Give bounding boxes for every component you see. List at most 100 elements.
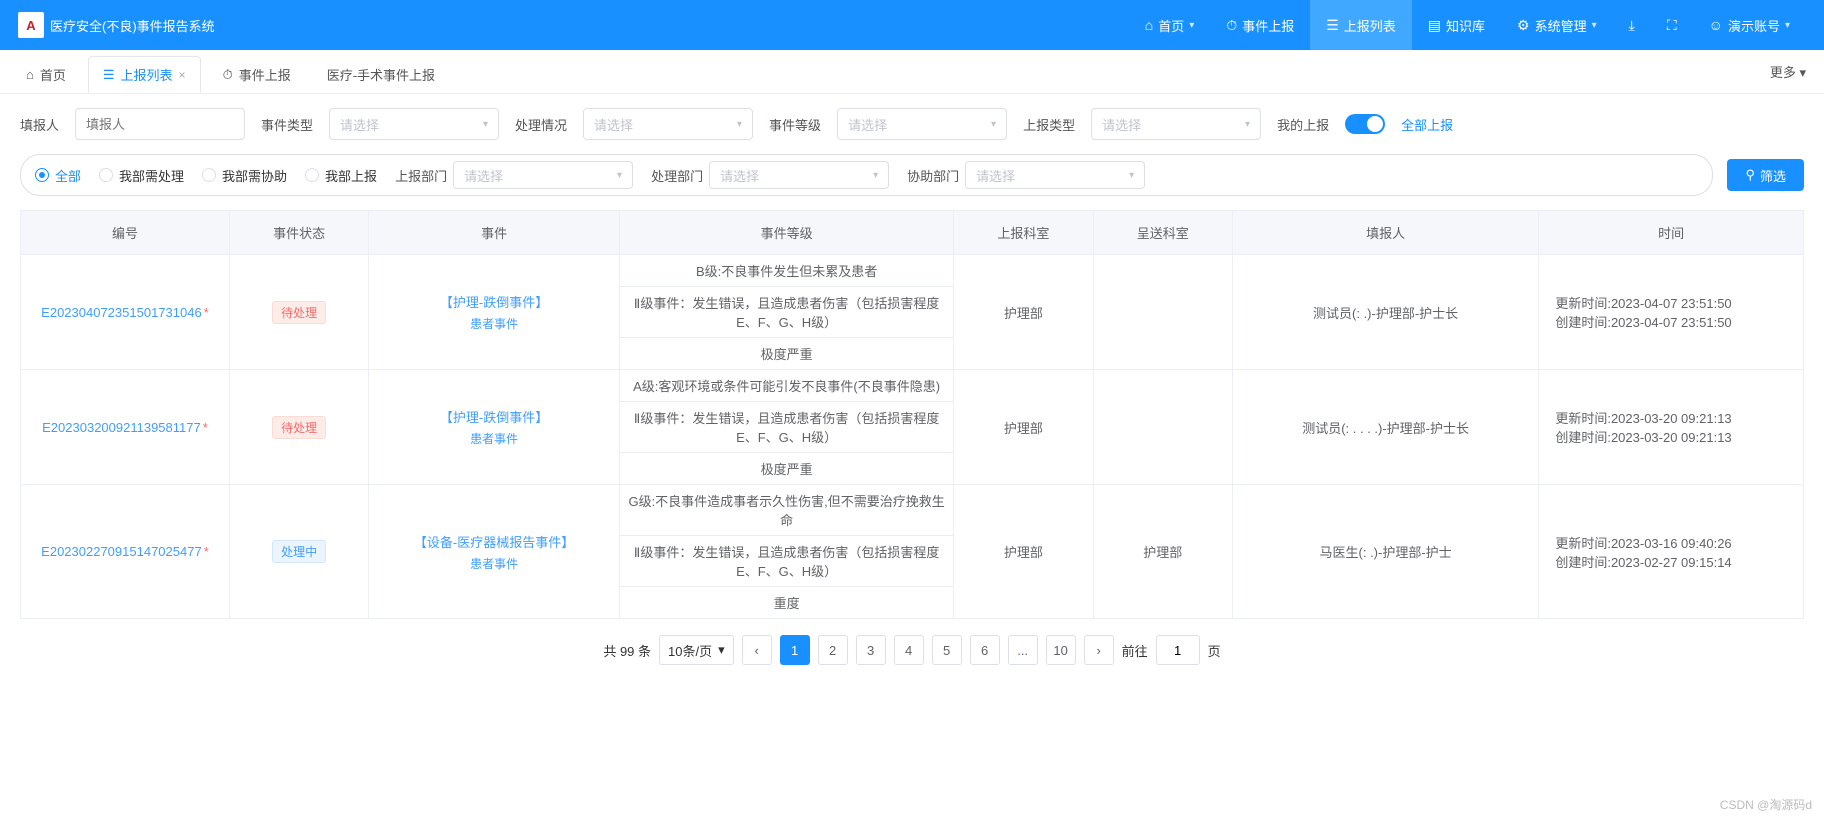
assist-dept-select[interactable]: 请选择▾ bbox=[965, 161, 1145, 189]
time-cell: 更新时间:2023-03-20 09:21:13创建时间:2023-03-20 … bbox=[1539, 370, 1804, 485]
level-text: Ⅱ级事件：发生错误，且造成患者伤害（包括损害程度E、F、G、H级） bbox=[620, 287, 953, 338]
reporter-cell: 测试员(: .)-护理部-护士长 bbox=[1232, 255, 1538, 370]
page-5[interactable]: 5 bbox=[932, 635, 962, 665]
nav-user[interactable]: ☺演示账号▾ bbox=[1693, 0, 1806, 50]
clock-icon: ⏱ bbox=[1226, 17, 1237, 34]
col-reporter: 填报人 bbox=[1232, 211, 1538, 255]
level-label: 事件等级 bbox=[769, 115, 821, 134]
nav-fullscreen[interactable]: ⛶ bbox=[1651, 0, 1693, 50]
chevron-down-icon: ▾ bbox=[1592, 20, 1597, 31]
type-select[interactable]: 请选择▾ bbox=[329, 108, 499, 140]
event-link[interactable]: 【设备-医疗器械报告事件】 bbox=[377, 532, 611, 551]
col-event: 事件 bbox=[369, 211, 620, 255]
code-link[interactable]: E202304072351501731046 bbox=[41, 305, 202, 320]
sdept-cell: 护理部 bbox=[1093, 485, 1232, 619]
star-icon: * bbox=[204, 305, 209, 320]
code-link[interactable]: E202302270915147025477 bbox=[41, 544, 202, 559]
all-report-link[interactable]: 全部上报 bbox=[1401, 115, 1453, 134]
col-time: 时间 bbox=[1539, 211, 1804, 255]
level-text: Ⅱ级事件：发生错误，且造成患者伤害（包括损害程度E、F、G、H级） bbox=[620, 402, 953, 453]
tabs-more[interactable]: 更多 ▾ bbox=[1770, 62, 1816, 81]
level-select[interactable]: 请选择▾ bbox=[837, 108, 1007, 140]
nav-sys[interactable]: ⚙系统管理▾ bbox=[1501, 0, 1613, 50]
status-select[interactable]: 请选择▾ bbox=[583, 108, 753, 140]
nav-kb[interactable]: ▤知识库 bbox=[1412, 0, 1501, 50]
level-text: 重度 bbox=[620, 587, 953, 618]
tab-list[interactable]: ☰上报列表× bbox=[88, 56, 201, 93]
filter-bar: 填报人 事件类型 请选择▾ 处理情况 请选择▾ 事件等级 请选择▾ 上报类型 请… bbox=[20, 108, 1804, 140]
tab-home[interactable]: ⌂首页 bbox=[12, 57, 80, 92]
type-label: 事件类型 bbox=[261, 115, 313, 134]
goto-label: 前往 bbox=[1122, 641, 1148, 660]
radio-assist[interactable]: 我部需协助 bbox=[202, 166, 287, 185]
level-text: G级:不良事件造成事者示久性伤害,但不需要治疗挽救生命 bbox=[620, 485, 953, 536]
radio-mine[interactable]: 我部上报 bbox=[305, 166, 377, 185]
app-logo: A 医疗安全(不良)事件报告系统 bbox=[18, 12, 215, 38]
status-tag: 待处理 bbox=[272, 416, 326, 439]
reporter-input[interactable] bbox=[75, 108, 245, 140]
level-text: 极度严重 bbox=[620, 453, 953, 484]
handle-dept: 处理部门请选择▾ bbox=[651, 161, 889, 189]
list-icon: ☰ bbox=[103, 67, 115, 83]
event-sub-link[interactable]: 患者事件 bbox=[377, 315, 611, 332]
list-icon: ☰ bbox=[1326, 17, 1339, 34]
tab-surgery[interactable]: 医疗-手术事件上报 bbox=[313, 57, 449, 92]
time-cell: 更新时间:2023-04-07 23:51:50创建时间:2023-04-07 … bbox=[1539, 255, 1804, 370]
time-cell: 更新时间:2023-03-16 09:40:26创建时间:2023-02-27 … bbox=[1539, 485, 1804, 619]
filter-button[interactable]: ⚲筛选 bbox=[1727, 159, 1804, 191]
handle-dept-select[interactable]: 请选择▾ bbox=[709, 161, 889, 189]
col-sdept: 呈送科室 bbox=[1093, 211, 1232, 255]
page-...[interactable]: ... bbox=[1008, 635, 1038, 665]
sdept-cell bbox=[1093, 370, 1232, 485]
scope-filter: 全部 我部需处理 我部需协助 我部上报 上报部门请选择▾ 处理部门请选择▾ 协助… bbox=[20, 154, 1713, 196]
page-2[interactable]: 2 bbox=[818, 635, 848, 665]
search-icon: ⚲ bbox=[1745, 167, 1755, 183]
rtype-select[interactable]: 请选择▾ bbox=[1091, 108, 1261, 140]
page-6[interactable]: 6 bbox=[970, 635, 1000, 665]
chevron-down-icon: ▾ bbox=[873, 170, 878, 181]
event-sub-link[interactable]: 患者事件 bbox=[377, 555, 611, 572]
page-10[interactable]: 10 bbox=[1046, 635, 1076, 665]
star-icon: * bbox=[204, 544, 209, 559]
chevron-down-icon: ▾ bbox=[718, 642, 725, 658]
total-count: 共 99 条 bbox=[603, 641, 651, 660]
close-icon[interactable]: × bbox=[179, 68, 186, 82]
prev-page[interactable]: ‹ bbox=[742, 635, 772, 665]
tabs-bar: ⌂首页 ☰上报列表× ⏱事件上报 医疗-手术事件上报 更多 ▾ bbox=[0, 50, 1824, 94]
report-dept: 上报部门请选择▾ bbox=[395, 161, 633, 189]
radio-need[interactable]: 我部需处理 bbox=[99, 166, 184, 185]
tab-report[interactable]: ⏱事件上报 bbox=[209, 57, 305, 92]
status-label: 处理情况 bbox=[515, 115, 567, 134]
event-link[interactable]: 【护理-跌倒事件】 bbox=[377, 407, 611, 426]
page-size-select[interactable]: 10条/页▾ bbox=[659, 635, 734, 665]
level-text: A级:客观环境或条件可能引发不良事件(不良事件隐患) bbox=[620, 370, 953, 402]
status-tag: 待处理 bbox=[272, 301, 326, 324]
nav-download[interactable]: ⤓ bbox=[1613, 0, 1651, 50]
home-icon: ⌂ bbox=[1145, 17, 1153, 33]
event-sub-link[interactable]: 患者事件 bbox=[377, 430, 611, 447]
chevron-down-icon: ▾ bbox=[737, 119, 742, 130]
report-table: 编号 事件状态 事件 事件等级 上报科室 呈送科室 填报人 时间 E202304… bbox=[20, 210, 1804, 619]
code-link[interactable]: E202303200921139581177 bbox=[42, 420, 201, 435]
reporter-label: 填报人 bbox=[20, 115, 59, 134]
next-page[interactable]: › bbox=[1084, 635, 1114, 665]
report-dept-select[interactable]: 请选择▾ bbox=[453, 161, 633, 189]
mine-label: 我的上报 bbox=[1277, 115, 1329, 134]
event-link[interactable]: 【护理-跌倒事件】 bbox=[377, 292, 611, 311]
nav-home[interactable]: ⌂首页▾ bbox=[1129, 0, 1211, 50]
page-suffix: 页 bbox=[1208, 641, 1221, 660]
nav-report[interactable]: ⏱事件上报 bbox=[1210, 0, 1310, 50]
page-4[interactable]: 4 bbox=[894, 635, 924, 665]
reporter-cell: 马医生(: .)-护理部-护士 bbox=[1232, 485, 1538, 619]
goto-input[interactable] bbox=[1156, 635, 1200, 665]
page-3[interactable]: 3 bbox=[856, 635, 886, 665]
top-header: A 医疗安全(不良)事件报告系统 ⌂首页▾ ⏱事件上报 ☰上报列表 ▤知识库 ⚙… bbox=[0, 0, 1824, 50]
chevron-down-icon: ▾ bbox=[483, 119, 488, 130]
page-1[interactable]: 1 bbox=[780, 635, 810, 665]
radio-all[interactable]: 全部 bbox=[35, 166, 81, 185]
mine-toggle[interactable] bbox=[1345, 114, 1385, 134]
nav-list[interactable]: ☰上报列表 bbox=[1310, 0, 1412, 50]
col-level: 事件等级 bbox=[619, 211, 953, 255]
fullscreen-icon: ⛶ bbox=[1667, 17, 1677, 34]
chevron-down-icon: ▾ bbox=[617, 170, 622, 181]
